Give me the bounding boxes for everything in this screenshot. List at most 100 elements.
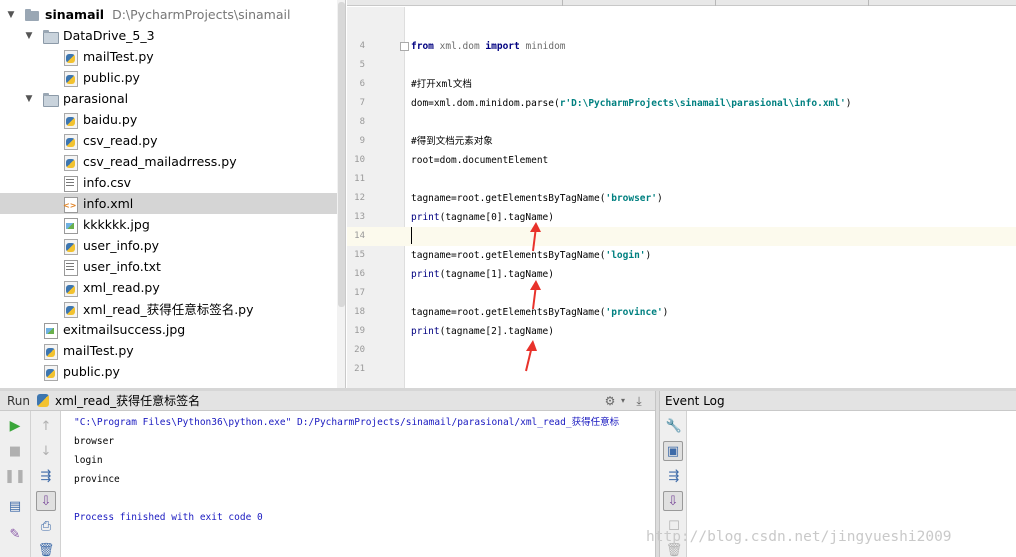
tree-item-file[interactable]: csv_read_mailadrress.py bbox=[0, 151, 337, 172]
tree-item-label: xml_read.py bbox=[83, 280, 160, 295]
print-icon[interactable]: ⎙ bbox=[36, 516, 56, 536]
soft-wrap-icon[interactable]: ⇶ bbox=[36, 466, 56, 486]
console-exit-line: Process finished with exit code 0 bbox=[74, 512, 263, 523]
python-file-icon bbox=[62, 280, 78, 297]
wrench-icon[interactable]: 🔧 bbox=[664, 416, 684, 436]
line-number: 11 bbox=[354, 174, 365, 184]
code-line: 18 tagname=root.getElementsByTagName('pr… bbox=[347, 303, 1016, 322]
tree-item-label: info.xml bbox=[83, 196, 134, 211]
code-text: from xml.dom import minidom bbox=[411, 41, 566, 52]
line-number: 15 bbox=[354, 250, 365, 260]
editor-tab-strip[interactable] bbox=[347, 0, 1016, 6]
pause-icon[interactable]: ❚❚ bbox=[4, 466, 26, 486]
line-number: 17 bbox=[354, 288, 365, 298]
line-number: 14 bbox=[354, 231, 365, 241]
expand-arrow-icon[interactable]: ▼ bbox=[24, 31, 34, 41]
tree-item-label: user_info.py bbox=[83, 238, 160, 253]
balloon-icon[interactable]: ▣ bbox=[663, 441, 683, 461]
code-line: 9 #得到文档元素对象 bbox=[347, 132, 1016, 151]
tree-root-label: sinamail bbox=[45, 7, 105, 22]
settings-gear-icon[interactable]: ⚙ bbox=[603, 394, 617, 408]
run-panel-label: Run bbox=[7, 393, 31, 408]
event-log-header: Event Log bbox=[660, 391, 1016, 411]
run-config-name[interactable]: xml_read_获得任意标签名 bbox=[55, 392, 200, 409]
tree-item-file[interactable]: user_info.txt bbox=[0, 256, 337, 277]
image-file-icon bbox=[62, 217, 78, 234]
pin-icon[interactable]: ✎ bbox=[5, 524, 25, 544]
project-tree-panel: ▼ sinamail D:\PycharmProjects\sinamail ▼… bbox=[0, 0, 346, 388]
tree-item-label: xml_read_获得任意标签名.py bbox=[83, 302, 254, 317]
console-output-line: province bbox=[74, 474, 120, 485]
rerun-play-icon[interactable]: ▶ bbox=[5, 416, 25, 436]
tree-item-label: baidu.py bbox=[83, 112, 138, 127]
scroll-to-end-icon[interactable]: ⇩ bbox=[36, 491, 56, 511]
tree-item-label: user_info.txt bbox=[83, 259, 161, 274]
tree-item-file[interactable]: xml_read.py bbox=[0, 277, 337, 298]
tree-item-file[interactable]: user_info.py bbox=[0, 235, 337, 256]
tree-item-file[interactable]: public.py bbox=[0, 67, 337, 88]
python-run-config-icon bbox=[36, 393, 50, 408]
arrow-up-icon[interactable]: ↑ bbox=[36, 416, 56, 436]
run-toolbar-primary: ▶ ■ ❚❚ ▤ ✎ bbox=[0, 411, 31, 557]
tree-item-file[interactable]: exitmailsuccess.jpg bbox=[0, 319, 337, 340]
python-file-icon bbox=[62, 238, 78, 255]
scroll-to-end-icon[interactable]: ⇩ bbox=[663, 491, 683, 511]
line-number: 10 bbox=[354, 155, 365, 165]
line-number: 19 bbox=[354, 326, 365, 336]
line-number: 12 bbox=[354, 193, 365, 203]
code-line: 13 print(tagname[0].tagName) bbox=[347, 208, 1016, 227]
code-line: 19 print(tagname[2].tagName) bbox=[347, 322, 1016, 341]
tree-item-label: csv_read_mailadrress.py bbox=[83, 154, 237, 169]
trash-icon[interactable]: 🗑 bbox=[36, 540, 56, 557]
hide-panel-icon[interactable]: ⤓ bbox=[632, 394, 646, 408]
tree-item-datadrive[interactable]: ▼ DataDrive_5_3 bbox=[0, 25, 337, 46]
line-number: 8 bbox=[359, 117, 365, 127]
event-log-title: Event Log bbox=[665, 394, 725, 408]
image-file-icon bbox=[42, 322, 58, 339]
tree-item-file[interactable]: mailTest.py bbox=[0, 340, 337, 361]
console-output-line: browser bbox=[74, 436, 115, 447]
expand-arrow-icon[interactable]: ▼ bbox=[6, 10, 16, 20]
tree-root-sinamail[interactable]: ▼ sinamail D:\PycharmProjects\sinamail bbox=[0, 4, 337, 25]
code-text: tagname=root.getElementsByTagName('brows… bbox=[411, 193, 663, 204]
code-line: 20 bbox=[347, 341, 1016, 360]
annotation-arrow-icon bbox=[530, 222, 541, 252]
tree-item-file[interactable]: mailTest.py bbox=[0, 46, 337, 67]
code-line: 16 print(tagname[1].tagName) bbox=[347, 265, 1016, 284]
tab-divider bbox=[868, 0, 869, 6]
tree-item-file[interactable]: baidu.py bbox=[0, 109, 337, 130]
code-line: 17 bbox=[347, 284, 1016, 303]
tree-scrollbar-thumb[interactable] bbox=[338, 2, 345, 307]
code-line-current: 14 bbox=[347, 227, 1016, 246]
line-number: 4 bbox=[359, 41, 365, 51]
code-text: root=dom.documentElement bbox=[411, 155, 549, 166]
expand-arrow-icon[interactable]: ▼ bbox=[24, 94, 34, 104]
tab-divider bbox=[562, 0, 563, 6]
code-line: 4 from xml.dom import minidom bbox=[347, 37, 1016, 56]
soft-wrap-icon[interactable]: ⇶ bbox=[664, 466, 684, 486]
python-file-icon bbox=[62, 49, 78, 66]
tree-scrollbar[interactable] bbox=[337, 0, 345, 388]
run-console-output[interactable]: "C:\Program Files\Python36\python.exe" D… bbox=[62, 411, 652, 557]
layout-icon[interactable]: ▤ bbox=[5, 496, 25, 516]
fold-marker-icon[interactable] bbox=[400, 42, 409, 51]
stop-icon[interactable]: ■ bbox=[5, 441, 25, 461]
run-toolbar-secondary: ↑ ↓ ⇶ ⇩ ⎙ 🗑 bbox=[31, 411, 61, 557]
line-number: 18 bbox=[354, 307, 365, 317]
tree-item-file[interactable]: csv_read.py bbox=[0, 130, 337, 151]
tree-item-file[interactable]: info.csv bbox=[0, 172, 337, 193]
folder-icon bbox=[24, 7, 40, 23]
tree-item-file-selected[interactable]: info.xml bbox=[0, 193, 337, 214]
arrow-down-icon[interactable]: ↓ bbox=[36, 441, 56, 461]
tree-item-file[interactable]: public.py bbox=[0, 361, 337, 382]
tree-item-label: parasional bbox=[63, 91, 129, 106]
tree-item-parasional[interactable]: ▼ parasional bbox=[0, 88, 337, 109]
dropdown-arrow-icon[interactable]: ▾ bbox=[616, 394, 630, 408]
code-editor[interactable]: 4 from xml.dom import minidom 5 6 #打开xml… bbox=[347, 7, 1016, 388]
code-comment: #得到文档元素对象 bbox=[411, 136, 493, 147]
watermark: http://blog.csdn.net/jingyueshi2009 bbox=[646, 529, 952, 545]
annotation-arrow-icon bbox=[530, 280, 541, 310]
tree-item-label: exitmailsuccess.jpg bbox=[63, 322, 186, 337]
tree-item-file[interactable]: xml_read_获得任意标签名.py bbox=[0, 298, 337, 319]
tree-item-file[interactable]: kkkkkk.jpg bbox=[0, 214, 337, 235]
